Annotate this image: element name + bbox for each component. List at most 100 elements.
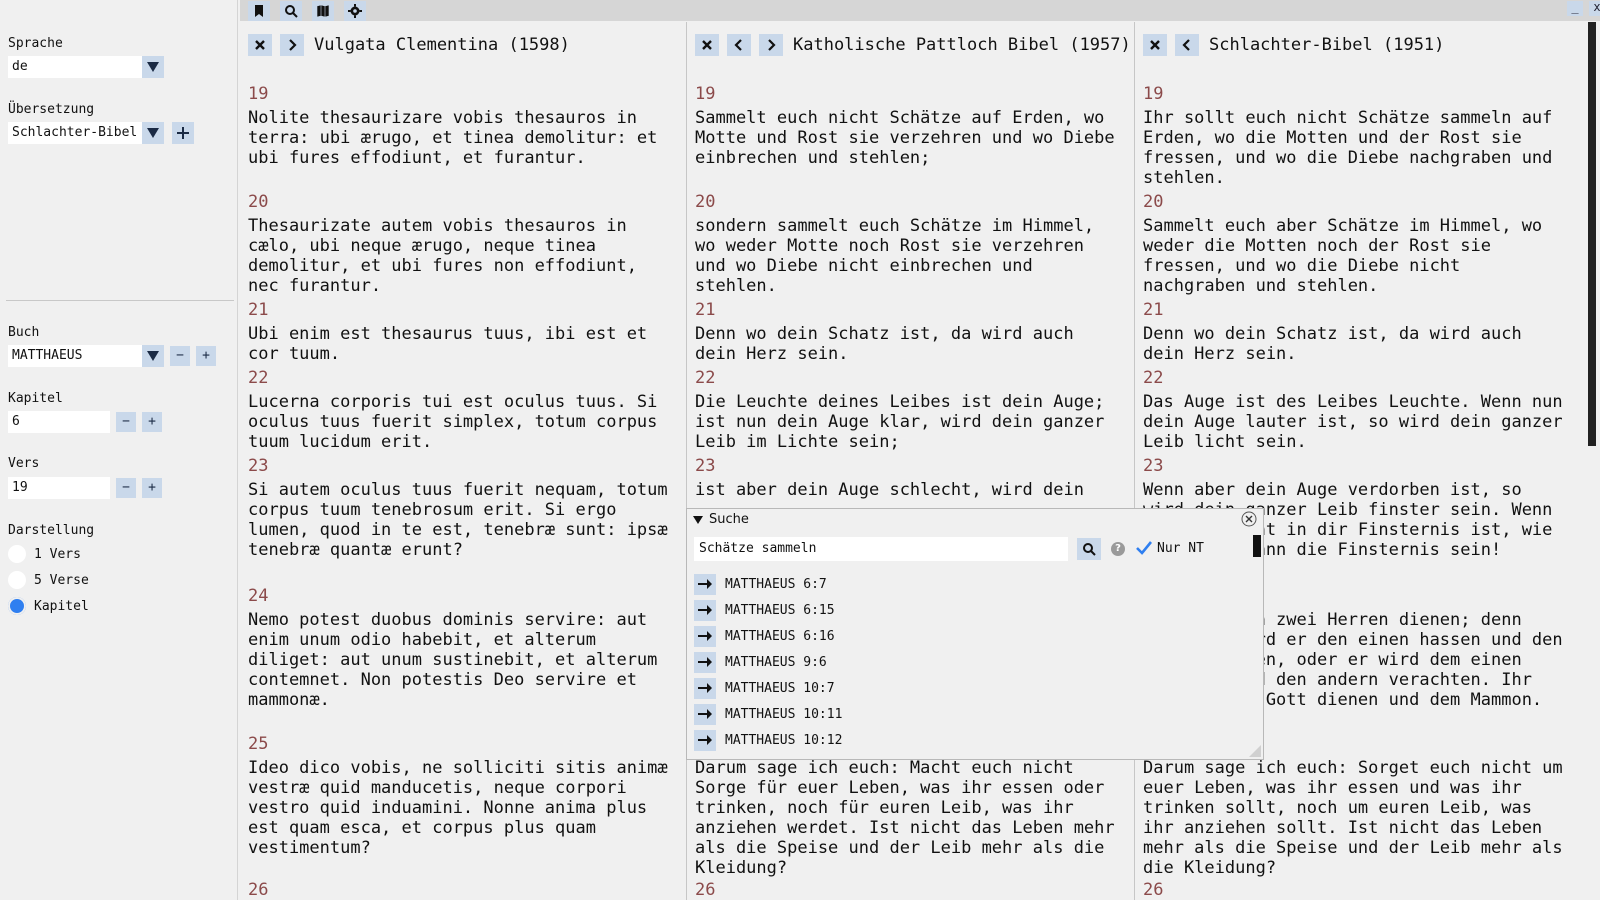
bible-column-schlachter: Schlachter-Bibel (1951) 19 Ihr sollt euc… <box>1135 22 1587 900</box>
translation-value: Schlachter-Bibel <box>12 125 138 140</box>
close-icon <box>1150 40 1160 50</box>
chevron-down-icon[interactable] <box>142 122 164 144</box>
map-icon <box>316 4 330 18</box>
chevron-down-icon[interactable] <box>142 345 164 367</box>
verse-number: 20 <box>695 192 716 212</box>
chevron-down-icon[interactable] <box>142 56 164 78</box>
arrow-right-icon[interactable] <box>694 573 716 595</box>
verse-text: Darum sage ich euch: Sorget euch nicht u… <box>1143 758 1563 878</box>
help-icon[interactable]: ? <box>1111 542 1125 556</box>
checkmark-icon <box>1136 541 1153 555</box>
plus-icon <box>177 127 189 139</box>
arrow-right-icon[interactable] <box>694 599 716 621</box>
translation-select[interactable]: Schlachter-Bibel <box>8 122 164 144</box>
column-header: Katholische Pattloch Bibel (1957) <box>695 32 1131 58</box>
close-window-button[interactable]: x <box>1589 1 1600 16</box>
search-dialog-header[interactable]: Suche <box>693 512 749 527</box>
search-input[interactable] <box>694 537 1068 561</box>
arrow-right-icon[interactable] <box>694 677 716 699</box>
verse-decrement-button[interactable]: − <box>116 478 136 498</box>
resize-grip-icon[interactable] <box>1249 745 1261 757</box>
display-label: Darstellung <box>8 523 95 538</box>
book-select[interactable]: MATTHAEUS <box>8 345 164 367</box>
verse-text: Ihr sollt euch nicht Schätze sammeln auf… <box>1143 108 1553 188</box>
search-result-item[interactable]: MATTHAEUS 10:12 <box>694 729 842 751</box>
verse-number: 22 <box>248 368 269 388</box>
verse-text: Sammelt euch aber Schätze im Himmel, wo … <box>1143 216 1543 296</box>
close-icon[interactable] <box>1241 511 1257 527</box>
verse-text: Ubi enim est thesaurus tuus, ibi est et … <box>248 324 648 364</box>
add-translation-button[interactable] <box>172 122 194 144</box>
search-submit-button[interactable] <box>1077 538 1101 560</box>
language-select[interactable]: de <box>8 56 164 78</box>
verse-text: sondern sammelt euch Schätze im Himmel, … <box>695 216 1095 296</box>
map-button[interactable] <box>312 1 334 21</box>
search-result-item[interactable]: MATTHAEUS 10:7 <box>694 677 835 699</box>
verse-text: Nemo potest duobus dominis servire: aut … <box>248 610 658 710</box>
verse-number: 26 <box>248 880 269 900</box>
minimize-button[interactable]: _ <box>1567 1 1583 16</box>
search-result-item[interactable]: MATTHAEUS 6:15 <box>694 599 835 621</box>
book-value: MATTHAEUS <box>12 348 83 363</box>
top-toolbar: _ x <box>240 0 1600 21</box>
settings-button[interactable] <box>344 1 366 21</box>
verse-text: ist aber dein Auge schlecht, wird dein <box>695 480 1084 500</box>
verse-number: 20 <box>248 192 269 212</box>
translation-label: Übersetzung <box>8 102 95 117</box>
arrow-right-icon[interactable] <box>694 625 716 647</box>
collapse-triangle-icon[interactable] <box>693 515 703 524</box>
search-result-item[interactable]: MATTHAEUS 10:11 <box>694 703 842 725</box>
radio-icon <box>8 571 26 589</box>
move-column-left-button[interactable] <box>1175 34 1199 56</box>
bookmark-icon <box>255 5 263 17</box>
chapter-decrement-button[interactable]: − <box>116 412 136 432</box>
chapter-increment-button[interactable]: + <box>142 412 162 432</box>
arrow-right-icon[interactable] <box>694 729 716 751</box>
verse-text: Si autem oculus tuus fuerit nequam, totu… <box>248 480 668 560</box>
only-nt-checkbox[interactable]: Nur NT <box>1135 540 1204 556</box>
language-value: de <box>12 59 28 74</box>
close-column-button[interactable] <box>695 34 719 56</box>
verse-increment-button[interactable]: + <box>142 478 162 498</box>
radio-icon <box>8 545 26 563</box>
bible-column-pattloch: Katholische Pattloch Bibel (1957) 19 Sam… <box>687 22 1134 900</box>
verse-number: 19 <box>1143 84 1164 104</box>
move-column-right-button[interactable] <box>280 34 304 56</box>
display-option-chapter[interactable]: Kapitel <box>8 595 89 617</box>
move-column-left-button[interactable] <box>727 34 751 56</box>
search-result-item[interactable]: MATTHAEUS 9:6 <box>694 651 827 673</box>
verse-text: Thesaurizate autem vobis thesauros in cæ… <box>248 216 637 296</box>
display-option-1-verse[interactable]: 1 Vers <box>8 543 81 565</box>
verse-number: 25 <box>248 734 269 754</box>
chapter-field[interactable]: 6 <box>8 411 110 433</box>
close-column-button[interactable] <box>1143 34 1167 56</box>
search-result-item[interactable]: MATTHAEUS 6:16 <box>694 625 835 647</box>
search-button[interactable] <box>280 1 302 21</box>
bookmark-button[interactable] <box>248 1 270 21</box>
book-next-button[interactable]: + <box>196 346 216 366</box>
verse-number: 21 <box>1143 300 1164 320</box>
search-dialog-title: Suche <box>709 512 749 527</box>
chevron-left-icon <box>1182 39 1190 51</box>
arrow-right-icon[interactable] <box>694 651 716 673</box>
search-result-item[interactable]: MATTHAEUS 6:7 <box>694 573 827 595</box>
verse-text: Ideo dico vobis, ne solliciti sitis anim… <box>248 758 668 858</box>
column-title: Schlachter-Bibel (1951) <box>1209 35 1445 55</box>
verse-number: 22 <box>1143 368 1164 388</box>
display-option-5-verses[interactable]: 5 Verse <box>8 569 89 591</box>
book-prev-button[interactable]: − <box>170 346 190 366</box>
verse-field[interactable]: 19 <box>8 477 110 499</box>
sidebar-divider <box>6 300 234 301</box>
verse-number: 19 <box>248 84 269 104</box>
close-icon <box>255 40 265 50</box>
chevron-left-icon <box>734 39 742 51</box>
verse-text: Die Leuchte deines Leibes ist dein Auge;… <box>695 392 1105 452</box>
main-scrollbar-thumb[interactable] <box>1588 22 1596 446</box>
move-column-right-button[interactable] <box>759 34 783 56</box>
close-column-button[interactable] <box>248 34 272 56</box>
results-scrollbar-thumb[interactable] <box>1253 535 1261 557</box>
verse-text: Denn wo dein Schatz ist, da wird auch de… <box>1143 324 1522 364</box>
search-icon <box>1083 543 1096 556</box>
arrow-right-icon[interactable] <box>694 703 716 725</box>
verse-text: Denn wo dein Schatz ist, da wird auch de… <box>695 324 1074 364</box>
